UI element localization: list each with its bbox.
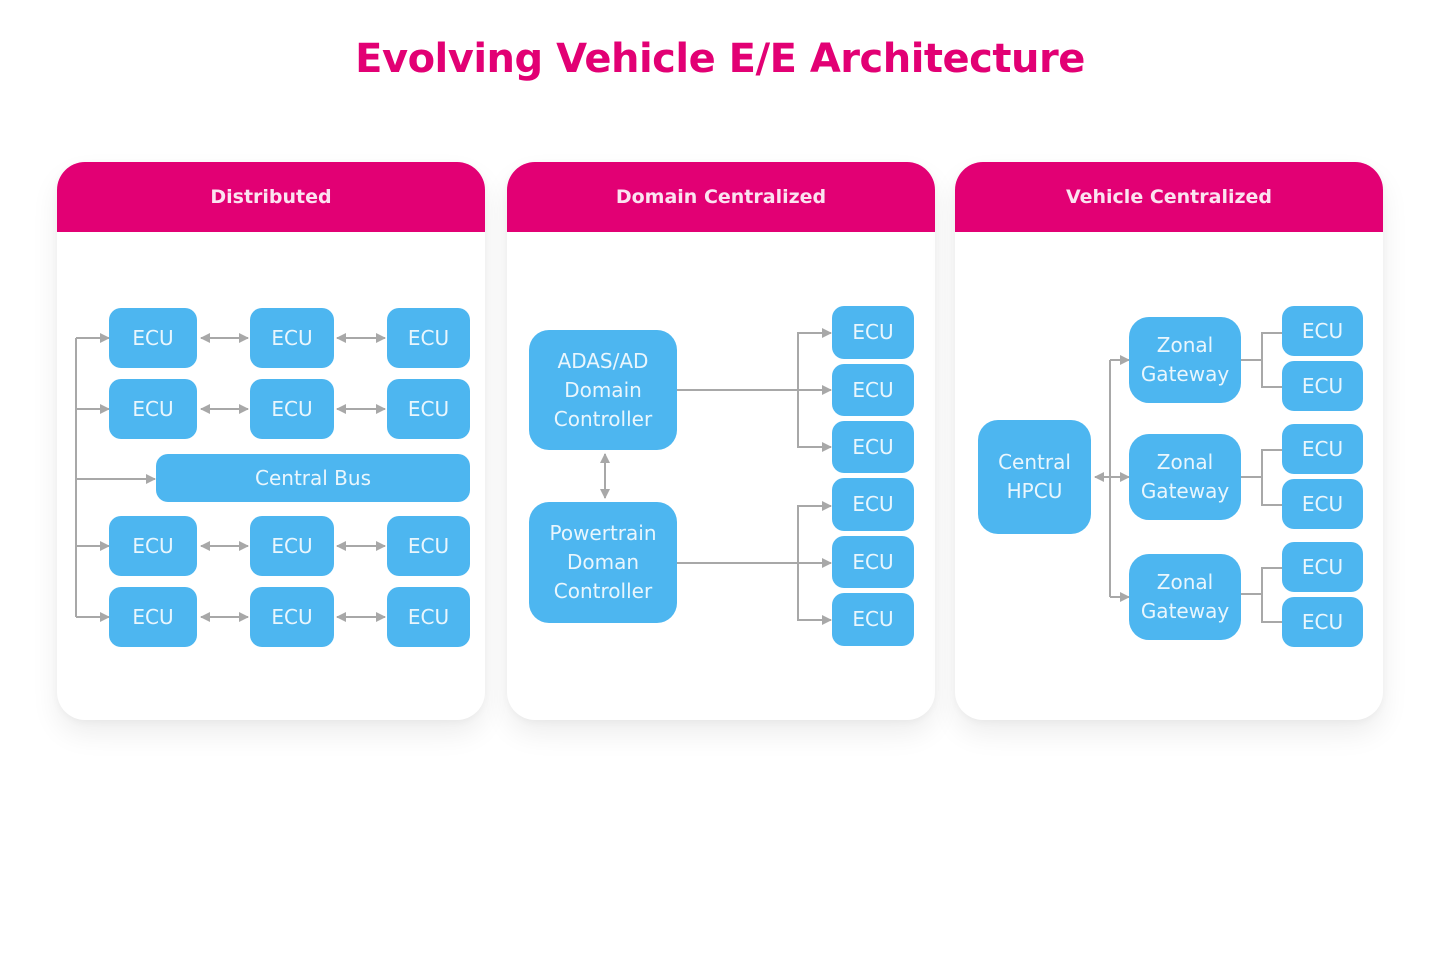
gateway-ecu-line: [1261, 449, 1282, 506]
ecu-node: ECU: [250, 587, 334, 647]
gateway-ecu-line: [1261, 332, 1282, 388]
ecu-node: ECU: [387, 379, 470, 439]
ecu-node: ECU: [1282, 542, 1363, 592]
ecu-node: ECU: [250, 516, 334, 576]
ecu-node: ECU: [1282, 424, 1363, 474]
ecu-node: ECU: [832, 478, 914, 531]
ecu-node: ECU: [387, 516, 470, 576]
panel-vehicle-centralized: Vehicle Centralized Central HPCU Zonal G…: [955, 162, 1383, 720]
zonal-gateway: Zonal Gateway: [1129, 317, 1241, 403]
central-hpcu: Central HPCU: [978, 420, 1091, 534]
zonal-gateway: Zonal Gateway: [1129, 554, 1241, 640]
page-title: Evolving Vehicle E/E Architecture: [355, 36, 1085, 82]
adas-domain-controller: ADAS/AD Domain Controller: [529, 330, 677, 450]
panel-distributed: Distributed ECU ECU ECU ECU ECU ECU Cent…: [57, 162, 485, 720]
ecu-node: ECU: [250, 379, 334, 439]
ecu-node: ECU: [109, 516, 197, 576]
ecu-node: ECU: [1282, 361, 1363, 411]
ecu-node: ECU: [832, 593, 914, 646]
ecu-node: ECU: [832, 364, 914, 416]
ecu-node: ECU: [832, 536, 914, 588]
powertrain-domain-controller: Powertrain Doman Controller: [529, 502, 677, 623]
ecu-node: ECU: [1282, 479, 1363, 529]
ecu-node: ECU: [1282, 597, 1363, 647]
ecu-node: ECU: [109, 587, 197, 647]
ecu-node: ECU: [1282, 306, 1363, 356]
ecu-node: ECU: [109, 308, 197, 368]
ecu-node: ECU: [832, 306, 914, 359]
zonal-gateway: Zonal Gateway: [1129, 434, 1241, 520]
ecu-node: ECU: [250, 308, 334, 368]
ecu-node: ECU: [109, 379, 197, 439]
ecu-node: ECU: [387, 308, 470, 368]
central-bus: Central Bus: [156, 454, 470, 502]
ecu-node: ECU: [832, 421, 914, 473]
gateway-ecu-line: [1261, 567, 1282, 623]
ecu-node: ECU: [387, 587, 470, 647]
panel-domain-centralized: Domain Centralized ADAS/AD Domain Contro…: [507, 162, 935, 720]
